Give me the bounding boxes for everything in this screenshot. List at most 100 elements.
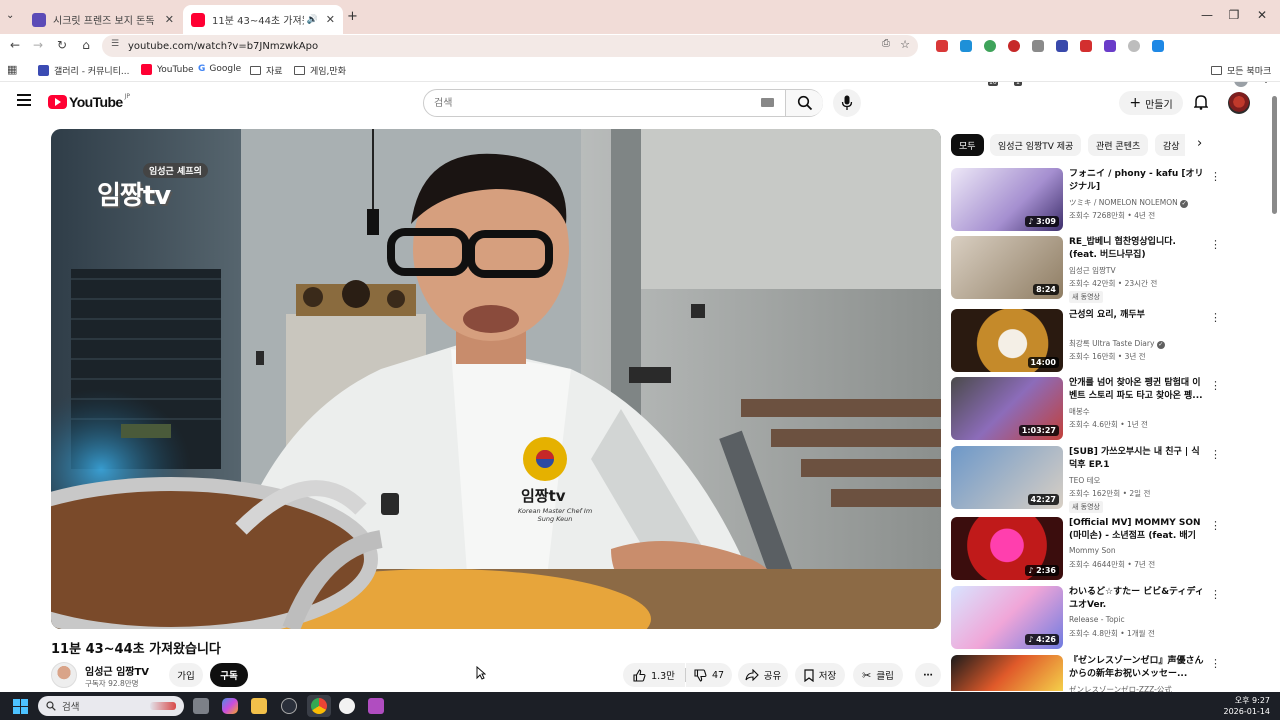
copilot-icon[interactable] [222,698,238,714]
more-options-icon[interactable]: ⋮ [1210,657,1221,670]
youtube-logo[interactable]: YouTube JP [48,93,130,110]
more-options-icon[interactable]: ⋮ [1210,519,1221,532]
like-button[interactable]: 1.3만 [623,663,685,687]
system-clock[interactable]: 오후 9:27 2026-01-14 [1224,695,1271,717]
steam-icon[interactable] [281,698,297,714]
recommendation-channel[interactable]: 최강록 Ultra Taste Diary ✓ [1069,338,1165,349]
voice-search-button[interactable] [833,89,861,117]
chips-next-icon[interactable]: › [1197,136,1202,151]
recommendation-title[interactable]: [Official MV] MOMMY SON (마미손) - 소년점프 (fe… [1069,517,1205,543]
join-button[interactable]: 가입 [169,663,203,687]
app-pink-icon[interactable] [368,698,384,714]
tab-youtube-video[interactable]: 11분 43~44초 가져왔습니다 🔊 ✕ [183,5,343,34]
site-info-icon[interactable]: ☰ [111,39,119,49]
keyboard-icon[interactable] [761,98,774,107]
restore-button[interactable]: ❐ [1220,8,1248,22]
recommendation-channel[interactable]: 매봉수 [1069,406,1090,417]
reload-button[interactable]: ↻ [53,38,71,52]
tab-close-icon[interactable]: ✕ [165,13,174,26]
recommendation-title[interactable]: 안개를 넘어 찾아온 펭귄 탐험대 이벤트 스토리 파도 타고 찾아온 펭... [1069,377,1205,403]
taskbar-search[interactable]: 검색 [38,696,184,716]
chrome-icon[interactable] [311,698,327,714]
recommendation-thumbnail[interactable]: ♪ 2:36 [951,517,1063,580]
forward-button[interactable]: → [29,38,47,52]
extension-purple-icon[interactable] [1104,40,1116,52]
recommendation-thumbnail[interactable]: 42:27 [951,446,1063,509]
extension-indigo-icon[interactable] [1056,40,1068,52]
more-options-icon[interactable]: ⋮ [1210,379,1221,392]
save-button[interactable]: 저장 [795,663,845,687]
recommendation-title[interactable]: フォニイ / phony - kafu [オリジナル] [1069,168,1205,194]
recommendation-title[interactable]: RE_밥베니 협찬영상입니다. (feat. 버드나무집) [1069,236,1205,262]
recommendation-thumbnail[interactable] [951,655,1063,691]
bookmark-folder-data[interactable]: 자료 [250,64,283,77]
recommendation-title[interactable]: [SUB] 가쓰오부시는 내 친구 | 식덕후 EP.1 [1069,446,1205,472]
install-app-icon[interactable]: ⎙ [882,38,890,49]
recommendation-item[interactable]: ♪ 3:09 フォニイ / phony - kafu [オリジナル] ツミキ / N… [951,168,1221,232]
bookmark-folder-games[interactable]: 게임,만화 [294,64,346,77]
tab-secret-friends[interactable]: 시크릿 프렌즈 보지 돈독 쿠키 ✕ [24,5,182,34]
video-player[interactable]: 임성근 셰프의 임짱tv 임짱tv Korean Master Chef Im … [51,129,941,629]
more-options-icon[interactable]: ⋮ [1210,311,1221,324]
new-tab-button[interactable]: + [347,9,358,24]
recommendation-item[interactable]: 42:27 [SUB] 가쓰오부시는 내 친구 | 식덕후 EP.1 TEO 테오 조… [951,446,1221,513]
notifications-bell-icon[interactable] [1194,94,1208,110]
more-actions-button[interactable]: ⋯ [915,663,941,687]
back-button[interactable]: ← [6,38,24,52]
download-icon[interactable] [1152,40,1164,52]
file-explorer-icon[interactable] [251,698,267,714]
more-options-icon[interactable]: ⋮ [1210,238,1221,251]
recommendation-title[interactable]: 『ゼンレスゾーンゼロ』声優さんからの新年お祝いメッセー... [1069,655,1205,681]
share-button[interactable]: 공유 [738,663,788,687]
extension-grey-icon[interactable] [1032,40,1044,52]
more-options-icon[interactable]: ⋮ [1210,588,1221,601]
recommendation-thumbnail[interactable]: 1:03:27 [951,377,1063,440]
recommendation-channel[interactable]: Mommy Son [1069,546,1116,555]
recommendation-thumbnail[interactable]: 8:24 [951,236,1063,299]
speaker-icon[interactable]: 🔊 [307,15,318,25]
chip-all[interactable]: 모두 [951,134,984,156]
extension-red-icon[interactable] [936,40,948,52]
recommendation-item[interactable]: ♪ 2:36 [Official MV] MOMMY SON (마미손) - 소년… [951,517,1221,581]
task-view-icon[interactable] [193,698,209,714]
chip-related[interactable]: 관련 콘텐츠 [1088,134,1149,156]
dislike-button[interactable]: 47 [686,663,732,687]
extension-pale-icon[interactable] [1128,40,1140,52]
extension-green-icon[interactable] [984,40,996,52]
recommendation-title[interactable]: 근성의 요리, 깨두부 [1069,309,1205,322]
recommendation-channel[interactable]: 임성근 임짱TV [1069,265,1116,276]
recommendation-channel[interactable]: ツミキ / NOMELON NOLEMON ✓ [1069,197,1189,208]
apps-grid-icon[interactable]: ▦ [7,63,17,76]
extension-crimson-icon[interactable] [1080,40,1092,52]
subscribe-button[interactable]: 구독 [210,663,248,687]
recommendation-channel[interactable]: TEO 테오 [1069,475,1100,486]
close-window-button[interactable]: ✕ [1248,8,1276,22]
search-button[interactable] [785,90,823,116]
bookmark-gallery[interactable]: 갤러리 - 커뮤니티... [38,64,130,77]
guide-menu-icon[interactable] [17,94,31,106]
tab-search-button[interactable]: ⌄ [6,10,14,21]
recommendation-item[interactable]: 14:00 근성의 요리, 깨두부 최강록 Ultra Taste Diary ✓ 조… [951,309,1221,373]
recommendation-thumbnail[interactable]: ♪ 4:26 [951,586,1063,649]
recommendation-title[interactable]: わいるど☆すたー ビビ&ティディユオVer. [1069,586,1205,612]
channel-avatar[interactable] [51,662,77,688]
recommendation-thumbnail[interactable]: ♪ 3:09 [951,168,1063,231]
bookmark-star-icon[interactable]: ☆ [900,38,910,51]
address-bar[interactable]: ☰ youtube.com/watch?v=b7JNmzwkApo ⎙ ☆ [102,35,918,57]
channel-name[interactable]: 임성근 임짱TV [85,663,149,678]
recommendation-item[interactable]: 8:24 RE_밥베니 협찬영상입니다. (feat. 버드나무집) 임성근 임짱T… [951,236,1221,303]
create-button[interactable]: + 만들기 [1119,91,1183,115]
minimize-button[interactable]: — [1193,8,1221,22]
recommendation-thumbnail[interactable]: 14:00 [951,309,1063,372]
app-white-icon[interactable] [339,698,355,714]
account-avatar[interactable] [1228,92,1250,114]
more-options-icon[interactable]: ⋮ [1210,170,1221,183]
bookmark-youtube[interactable]: YouTube [141,64,194,75]
chip-channel[interactable]: 임성근 임짱TV 제공 [990,134,1082,156]
chip-watch[interactable]: 감상 [1155,134,1185,156]
extension-blue-icon[interactable] [960,40,972,52]
search-input[interactable] [434,95,754,111]
start-button[interactable] [13,699,28,714]
all-bookmarks[interactable]: 모든 북마크 [1211,64,1271,77]
tab-close-icon[interactable]: ✕ [326,13,335,26]
